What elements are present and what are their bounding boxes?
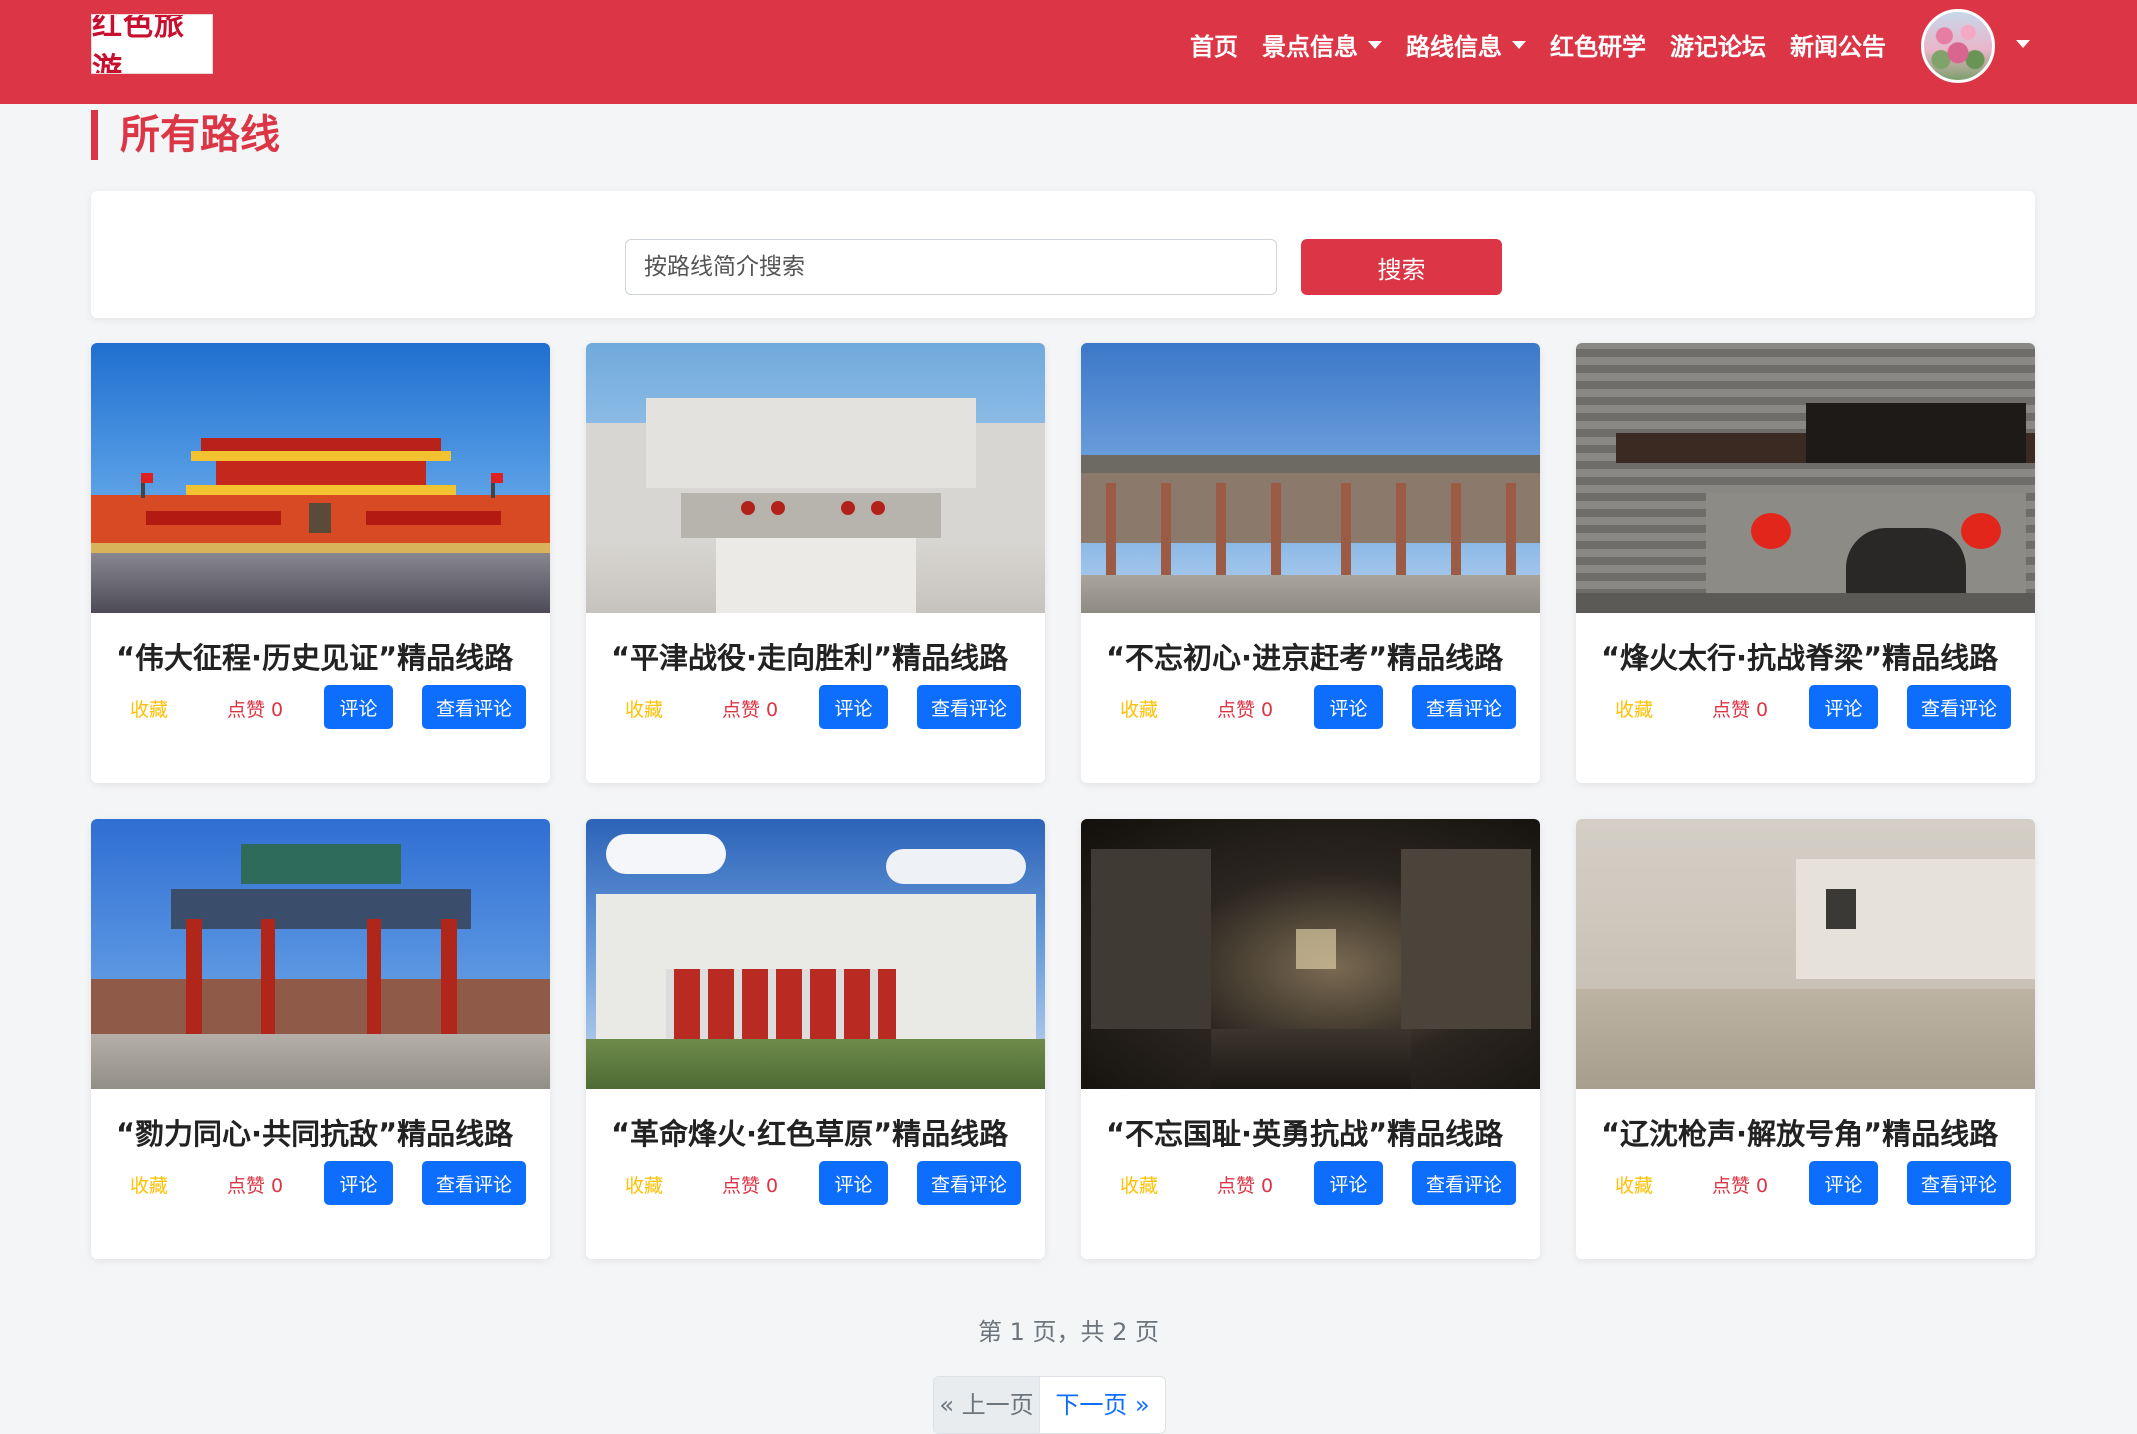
route-actions: 收藏 点赞 0 评论 查看评论 — [586, 685, 1045, 729]
like-link[interactable]: 点赞 0 — [1712, 1171, 1768, 1198]
route-actions: 收藏 点赞 0 评论 查看评论 — [1576, 685, 2035, 729]
comment-button[interactable]: 评论 — [1314, 1161, 1383, 1205]
next-page-button[interactable]: 下一页 » — [1039, 1377, 1165, 1433]
nav-item-label: 红色研学 — [1550, 32, 1646, 61]
route-title[interactable]: “平津战役·走向胜利”精品线路 — [611, 635, 1008, 677]
like-link[interactable]: 点赞 0 — [227, 1171, 283, 1198]
favorite-link[interactable]: 收藏 — [625, 695, 663, 722]
pagination: « 上一页 下一页 » — [933, 1376, 1166, 1434]
view-comments-button[interactable]: 查看评论 — [1412, 685, 1516, 729]
route-image[interactable] — [586, 819, 1045, 1089]
search-panel: 搜索 — [91, 191, 2035, 318]
favorite-link[interactable]: 收藏 — [1615, 1171, 1653, 1198]
route-card: “平津战役·走向胜利”精品线路 收藏 点赞 0 评论 查看评论 — [586, 343, 1045, 783]
pagination-info: 第 1 页，共 2 页 — [977, 1318, 1160, 1346]
nav-item-label: 游记论坛 — [1670, 32, 1766, 61]
route-card: “勠力同心·共同抗敌”精品线路 收藏 点赞 0 评论 查看评论 — [91, 819, 550, 1259]
like-link[interactable]: 点赞 0 — [722, 695, 778, 722]
route-actions: 收藏 点赞 0 评论 查看评论 — [91, 685, 550, 729]
favorite-link[interactable]: 收藏 — [130, 1171, 168, 1198]
route-card: “不忘初心·进京赶考”精品线路 收藏 点赞 0 评论 查看评论 — [1081, 343, 1540, 783]
logo-text: 红色旅游 — [92, 14, 185, 74]
comment-button[interactable]: 评论 — [1809, 1161, 1878, 1205]
site-logo[interactable]: 红色旅游 — [91, 14, 213, 74]
comment-button[interactable]: 评论 — [819, 685, 888, 729]
search-button[interactable]: 搜索 — [1301, 239, 1502, 295]
user-avatar[interactable] — [1921, 9, 1995, 83]
favorite-link[interactable]: 收藏 — [1615, 695, 1653, 722]
route-card: “伟大征程·历史见证”精品线路 收藏 点赞 0 评论 查看评论 — [91, 343, 550, 783]
route-card: “不忘国耻·英勇抗战”精品线路 收藏 点赞 0 评论 查看评论 — [1081, 819, 1540, 1259]
comment-button[interactable]: 评论 — [1809, 685, 1878, 729]
favorite-link[interactable]: 收藏 — [130, 695, 168, 722]
route-image[interactable] — [1576, 819, 2035, 1089]
route-actions: 收藏 点赞 0 评论 查看评论 — [91, 1161, 550, 1205]
nav-item-news[interactable]: 新闻公告 — [1790, 27, 1886, 62]
comment-button[interactable]: 评论 — [324, 685, 393, 729]
prev-page-button[interactable]: « 上一页 — [934, 1377, 1039, 1433]
comment-button[interactable]: 评论 — [819, 1161, 888, 1205]
favorite-link[interactable]: 收藏 — [1120, 1171, 1158, 1198]
route-image[interactable] — [91, 343, 550, 613]
comment-button[interactable]: 评论 — [1314, 685, 1383, 729]
route-actions: 收藏 点赞 0 评论 查看评论 — [1081, 685, 1540, 729]
view-comments-button[interactable]: 查看评论 — [422, 1161, 526, 1205]
route-image[interactable] — [1081, 819, 1540, 1089]
nav-links: 首页 景点信息 路线信息 红色研学 游记论坛 新闻公告 — [1190, 24, 1910, 64]
route-image[interactable] — [1081, 343, 1540, 613]
route-title[interactable]: “伟大征程·历史见证”精品线路 — [116, 635, 513, 677]
favorite-link[interactable]: 收藏 — [1120, 695, 1158, 722]
route-image[interactable] — [1576, 343, 2035, 613]
nav-item-study[interactable]: 红色研学 — [1550, 27, 1646, 62]
chevron-down-icon — [1512, 41, 1526, 49]
route-card: “烽火太行·抗战脊梁”精品线路 收藏 点赞 0 评论 查看评论 — [1576, 343, 2035, 783]
chevron-down-icon — [1368, 41, 1382, 49]
search-input[interactable] — [625, 239, 1277, 295]
view-comments-button[interactable]: 查看评论 — [1907, 1161, 2011, 1205]
top-navbar: 红色旅游 首页 景点信息 路线信息 红色研学 游记论坛 新闻公告 — [0, 0, 2137, 104]
view-comments-button[interactable]: 查看评论 — [1907, 685, 2011, 729]
like-link[interactable]: 点赞 0 — [1217, 695, 1273, 722]
like-link[interactable]: 点赞 0 — [722, 1171, 778, 1198]
nav-item-forum[interactable]: 游记论坛 — [1670, 27, 1766, 62]
page-title: 所有路线 — [91, 110, 280, 160]
nav-item-home[interactable]: 首页 — [1190, 27, 1238, 62]
route-actions: 收藏 点赞 0 评论 查看评论 — [1576, 1161, 2035, 1205]
nav-item-attractions[interactable]: 景点信息 — [1262, 27, 1382, 62]
route-title[interactable]: “烽火太行·抗战脊梁”精品线路 — [1601, 635, 1998, 677]
nav-item-label: 新闻公告 — [1790, 32, 1886, 61]
route-title[interactable]: “不忘初心·进京赶考”精品线路 — [1106, 635, 1503, 677]
like-link[interactable]: 点赞 0 — [227, 695, 283, 722]
view-comments-button[interactable]: 查看评论 — [917, 685, 1021, 729]
route-image[interactable] — [91, 819, 550, 1089]
view-comments-button[interactable]: 查看评论 — [1412, 1161, 1516, 1205]
nav-item-label: 首页 — [1190, 32, 1238, 61]
route-image[interactable] — [586, 343, 1045, 613]
route-title[interactable]: “勠力同心·共同抗敌”精品线路 — [116, 1111, 513, 1153]
route-title[interactable]: “不忘国耻·英勇抗战”精品线路 — [1106, 1111, 1503, 1153]
route-actions: 收藏 点赞 0 评论 查看评论 — [1081, 1161, 1540, 1205]
route-card: “革命烽火·红色草原”精品线路 收藏 点赞 0 评论 查看评论 — [586, 819, 1045, 1259]
view-comments-button[interactable]: 查看评论 — [422, 685, 526, 729]
like-link[interactable]: 点赞 0 — [1712, 695, 1768, 722]
nav-item-label: 路线信息 — [1406, 32, 1502, 61]
nav-item-routes[interactable]: 路线信息 — [1406, 27, 1526, 62]
comment-button[interactable]: 评论 — [324, 1161, 393, 1205]
view-comments-button[interactable]: 查看评论 — [917, 1161, 1021, 1205]
chevron-down-icon[interactable] — [2016, 40, 2030, 48]
route-actions: 收藏 点赞 0 评论 查看评论 — [586, 1161, 1045, 1205]
route-title[interactable]: “革命烽火·红色草原”精品线路 — [611, 1111, 1008, 1153]
like-link[interactable]: 点赞 0 — [1217, 1171, 1273, 1198]
favorite-link[interactable]: 收藏 — [625, 1171, 663, 1198]
nav-item-label: 景点信息 — [1262, 32, 1358, 61]
route-title[interactable]: “辽沈枪声·解放号角”精品线路 — [1601, 1111, 1998, 1153]
route-card: “辽沈枪声·解放号角”精品线路 收藏 点赞 0 评论 查看评论 — [1576, 819, 2035, 1259]
